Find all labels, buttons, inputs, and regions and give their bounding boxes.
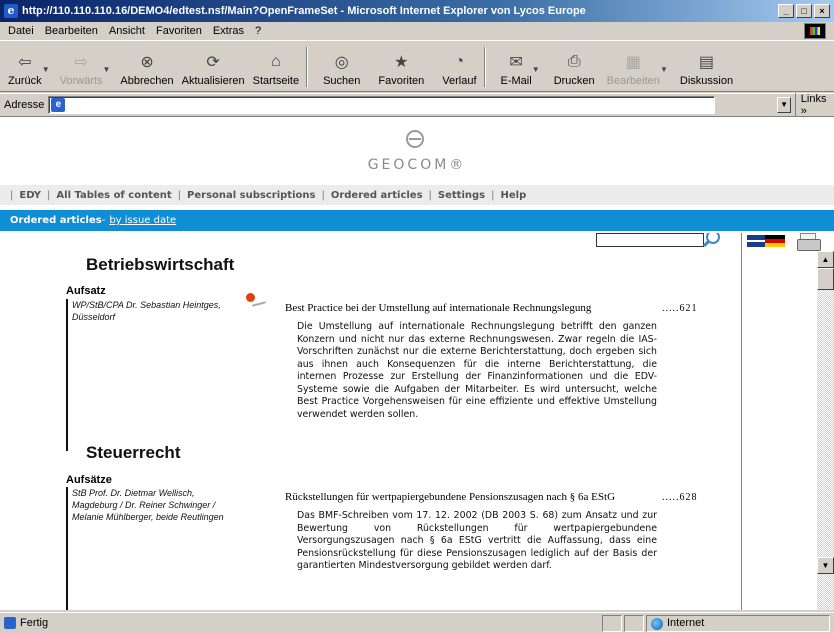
toolbar: ⇦ Zurück ▼ ⇨ Vorwärts ▼ ⊗ Abbrechen ⟳ Ak… [0,42,834,92]
history-icon: ◔ [454,53,465,70]
nav-personal-subscriptions[interactable]: Personal subscriptions [187,190,315,201]
toolbar-separator [483,47,486,87]
search-globe-icon: ◎ [334,54,349,71]
site-brand: GEOCOM® [367,157,467,173]
geocom-logo-icon [406,130,424,148]
zone-indicator: Internet [646,614,830,632]
forward-button[interactable]: ⇨ Vorwärts ▼ [56,52,111,87]
search-icon[interactable] [706,233,720,244]
stop-icon: ⊗ [140,54,154,71]
address-bar: Adresse e ▼ Links » [0,92,834,117]
article-title[interactable]: Rückstellungen für wertpapiergebundene P… [285,491,615,503]
nav-help[interactable]: Help [501,190,527,201]
subnav-bar: Ordered articles - by issue date [0,210,834,231]
favorites-icon: ★ [394,54,409,71]
status-bar: Fertig Internet [0,612,834,633]
address-input[interactable]: e [48,95,716,114]
printer-icon[interactable] [797,233,821,251]
site-header: GEOCOM® [0,117,834,185]
nav-settings[interactable]: Settings [438,190,485,201]
nav-edy[interactable]: EDY [19,190,41,201]
search-button[interactable]: ◎ Suchen [319,52,364,87]
menu-datei[interactable]: Datei [8,25,34,37]
mail-dropdown-icon[interactable]: ▼ [532,65,540,74]
pin-icon[interactable] [246,293,266,309]
menu-bar: Datei Bearbeiten Ansicht Favoriten Extra… [0,22,834,41]
title-bar: e http://110.110.110.16/DEMO4/edtest.nsf… [0,0,834,22]
forward-dropdown-icon[interactable]: ▼ [103,65,111,74]
back-dropdown-icon[interactable]: ▼ [42,65,50,74]
site-nav: | EDY | All Tables of content | Personal… [0,185,834,205]
back-button[interactable]: ⇦ Zurück ▼ [4,52,50,87]
close-button[interactable]: × [814,4,830,18]
article-title[interactable]: Best Practice bei der Umstellung auf int… [285,302,591,314]
toolbar-separator [306,47,309,87]
page-number: .....628 [662,492,698,503]
scroll-up-button[interactable]: ▲ [817,251,834,268]
stop-button[interactable]: ⊗ Abbrechen [116,52,177,87]
favorites-button[interactable]: ★ Favoriten [374,52,428,87]
status-text: Fertig [20,617,49,629]
history-button[interactable]: ◔ Verlauf [438,52,480,87]
maximize-button[interactable]: □ [796,4,812,18]
edit-button[interactable]: ▦ Bearbeiten ▼ [603,52,668,87]
vertical-scrollbar[interactable]: ▲ ▼ [817,251,834,610]
mail-icon: ✉ [509,54,523,71]
ie-icon: e [4,4,18,18]
scroll-down-button[interactable]: ▼ [817,557,834,574]
scroll-thumb[interactable] [817,268,834,290]
category-label: Aufsätze [66,474,112,486]
menu-ansicht[interactable]: Ansicht [109,25,145,37]
discuss-button[interactable]: ▤ Diskussion [676,52,737,87]
search-input[interactable] [596,233,704,247]
discuss-icon: ▤ [698,54,715,71]
print-icon: ⎙ [567,53,581,70]
forward-arrow-icon: ⇨ [74,54,88,71]
minimize-button[interactable]: _ [778,4,794,18]
home-icon: ⌂ [271,53,281,70]
section-title: Betriebswirtschaft [86,255,235,274]
edit-dropdown-icon[interactable]: ▼ [660,65,668,74]
nav-all-tables[interactable]: All Tables of content [56,190,171,201]
english-flag-icon[interactable] [747,235,785,247]
page-status-icon [4,617,16,629]
nav-ordered-articles[interactable]: Ordered articles [331,190,423,201]
sort-by-issue-date-link[interactable]: by issue date [109,215,176,226]
menu-help[interactable]: ? [255,25,261,37]
subnav-title: Ordered articles [10,215,102,226]
subnav-separator: - [101,215,106,226]
windows-logo-icon [804,23,826,39]
edit-icon: ▦ [625,54,641,71]
menu-bearbeiten[interactable]: Bearbeiten [45,25,98,37]
page-number: .....621 [662,303,698,314]
refresh-icon: ⟳ [206,54,220,71]
mail-button[interactable]: ✉ E-Mail ▼ [497,52,540,87]
menu-favoriten[interactable]: Favoriten [156,25,202,37]
menu-extras[interactable]: Extras [213,25,244,37]
article-abstract: Das BMF-Schreiben vom 17. 12. 2002 (DB 2… [297,510,657,571]
zone-label: Internet [667,617,705,629]
links-button[interactable]: Links » [794,92,834,117]
address-dropdown-button[interactable]: ▼ [777,96,791,113]
article-abstract: Die Umstellung auf internationale Rechnu… [297,321,657,420]
article-author: WP/StB/CPA Dr. Sebastian Heintges, Düsse… [66,299,242,451]
tools-frame: ▲ ▼ [741,233,834,610]
window-title: http://110.110.110.16/DEMO4/edtest.nsf/M… [22,5,586,17]
print-button[interactable]: ⎙ Drucken [550,52,599,87]
page-content: GEOCOM® | EDY | All Tables of content | … [0,116,834,610]
article-author: StB Prof. Dr. Dietmar Wellisch, Magdebur… [66,487,242,610]
category-label: Aufsatz [66,285,106,297]
internet-globe-icon [651,618,663,630]
home-button[interactable]: ⌂ Startseite [249,52,303,87]
back-arrow-icon: ⇦ [18,54,32,71]
refresh-button[interactable]: ⟳ Aktualisieren [178,52,249,87]
section-title: Steuerrecht [86,443,181,462]
articles-frame: Betriebswirtschaft Aufsatz WP/StB/CPA Dr… [0,233,741,610]
address-label: Adresse [4,98,45,111]
page-icon: e [51,97,66,112]
